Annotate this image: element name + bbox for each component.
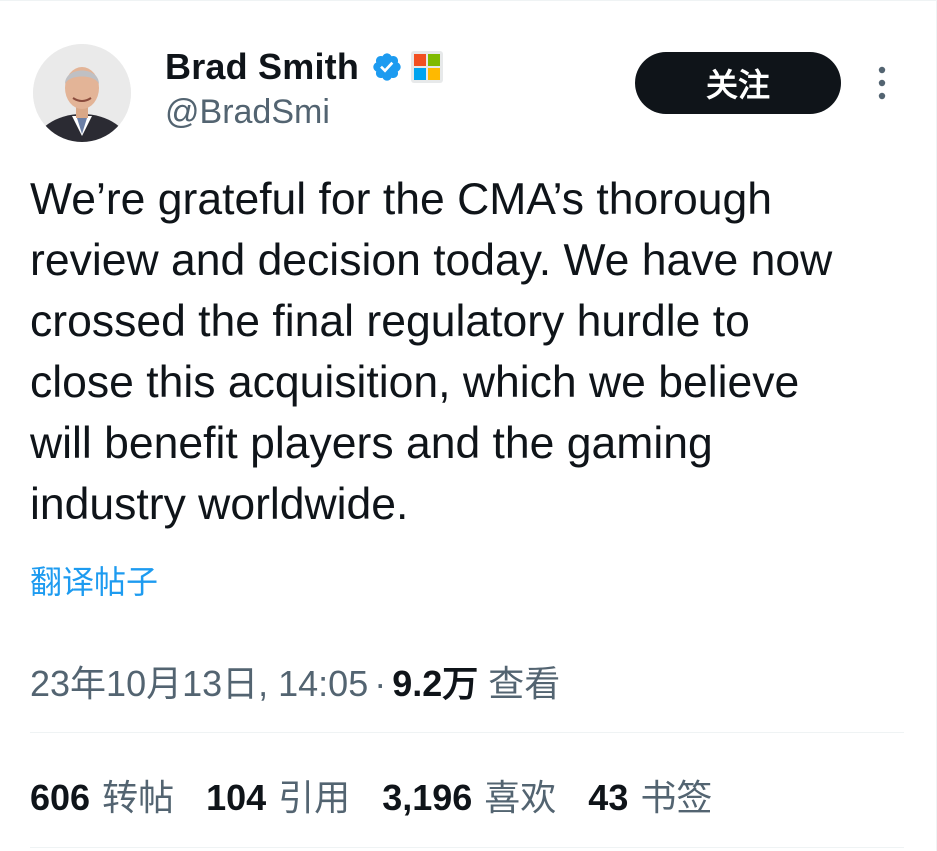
author-display-name[interactable]: Brad Smith [165, 46, 359, 88]
author-name-row: Brad Smith [165, 45, 444, 89]
views-count: 9.2万 [392, 663, 479, 704]
avatar[interactable] [33, 44, 131, 142]
engagement-stats: 606 转帖 104 引用 3,196 喜欢 43 书签 [30, 769, 744, 821]
stat-likes[interactable]: 3,196 喜欢 [382, 769, 556, 821]
stat-bookmarks[interactable]: 43 书签 [588, 769, 712, 821]
stat-reposts[interactable]: 606 转帖 [30, 769, 174, 821]
stat-count: 3,196 [382, 777, 473, 818]
stat-count: 606 [30, 777, 91, 818]
stat-quotes[interactable]: 104 引用 [206, 769, 350, 821]
meta-separator: · [374, 663, 387, 704]
tweet-meta: 23年10月13日, 14:05 · 9.2万 查看 [30, 655, 560, 707]
views-label: 查看 [488, 663, 561, 704]
tweet-text: We’re grateful for the CMA’s thorough re… [30, 175, 833, 529]
divider-top [30, 732, 904, 733]
tweet-detail: Brad Smith @BradSmi 关注 We’re grateful fo… [0, 0, 937, 851]
stat-count: 104 [206, 777, 267, 818]
follow-button[interactable]: 关注 [635, 52, 841, 114]
stat-label: 喜欢 [484, 777, 557, 818]
translate-post-link[interactable]: 翻译帖子 [30, 557, 158, 603]
microsoft-logo-icon[interactable] [411, 51, 444, 83]
more-vertical-icon[interactable] [870, 65, 894, 101]
stat-label: 转帖 [102, 777, 175, 818]
divider-bottom [30, 847, 904, 848]
author-handle[interactable]: @BradSmi [165, 93, 330, 132]
avatar-photo [33, 44, 131, 142]
stat-count: 43 [588, 777, 629, 818]
tweet-timestamp[interactable]: 23年10月13日, 14:05 [30, 655, 368, 707]
verified-badge-icon[interactable] [371, 51, 403, 83]
stat-label: 引用 [278, 777, 351, 818]
stat-label: 书签 [640, 777, 713, 818]
